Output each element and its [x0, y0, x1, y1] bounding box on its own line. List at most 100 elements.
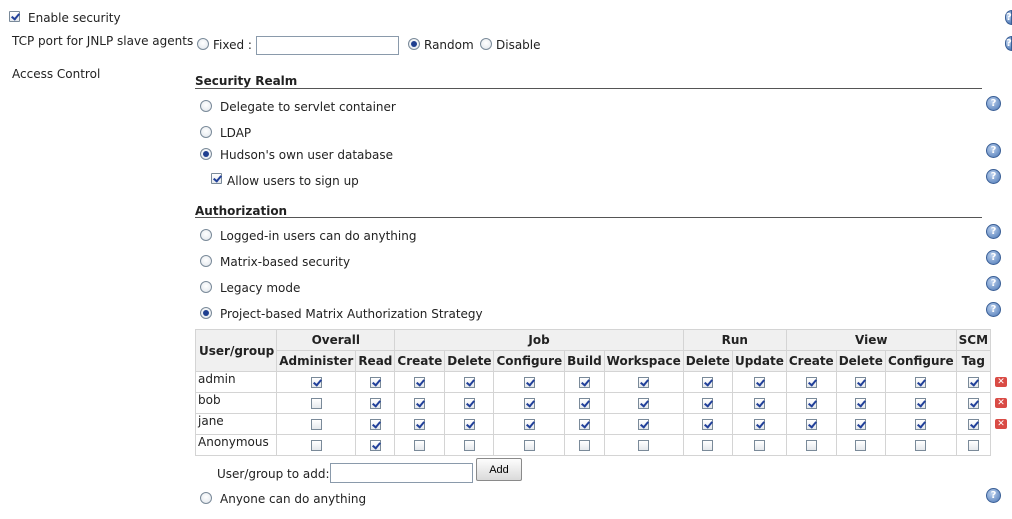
remove-user-icon[interactable]: ✕	[995, 377, 1008, 387]
permission-header: Create	[785, 350, 837, 372]
permission-checkbox[interactable]	[638, 419, 650, 430]
permission-cell	[682, 434, 733, 456]
add-user-input[interactable]	[330, 463, 473, 483]
realm-own-db-radio[interactable]	[200, 148, 212, 160]
realm-delegate-help-icon[interactable]: ?	[986, 96, 1001, 111]
realm-own-db-help-icon[interactable]: ?	[986, 143, 1001, 158]
permission-cell	[785, 413, 837, 435]
remove-user-icon[interactable]: ✕	[995, 398, 1008, 408]
permission-checkbox[interactable]	[702, 377, 714, 388]
permission-checkbox[interactable]	[523, 419, 535, 430]
permission-cell	[444, 392, 495, 414]
realm-delegate-radio[interactable]	[200, 100, 212, 112]
auth-legacy-radio[interactable]	[200, 281, 212, 293]
permission-checkbox[interactable]	[578, 377, 590, 388]
auth-project-matrix-help-icon[interactable]: ?	[986, 302, 1001, 317]
permission-cell	[731, 413, 787, 435]
permission-checkbox[interactable]	[753, 419, 765, 430]
permission-checkbox[interactable]	[805, 398, 817, 409]
auth-legacy-help-icon[interactable]: ?	[986, 276, 1001, 291]
permission-checkbox[interactable]	[523, 440, 535, 451]
permission-checkbox[interactable]	[578, 440, 590, 451]
jnlp-fixed-radio[interactable]	[197, 38, 209, 50]
permission-checkbox[interactable]	[369, 398, 381, 409]
permission-checkbox[interactable]	[855, 440, 867, 451]
permission-checkbox[interactable]	[463, 419, 475, 430]
permission-checkbox[interactable]	[369, 377, 381, 388]
permission-cell	[276, 413, 357, 435]
permission-checkbox[interactable]	[753, 440, 765, 451]
permission-checkbox[interactable]	[310, 377, 322, 388]
permission-checkbox[interactable]	[523, 377, 535, 388]
permission-checkbox[interactable]	[915, 419, 927, 430]
permission-cell	[603, 434, 684, 456]
permission-checkbox[interactable]	[702, 419, 714, 430]
permission-cell	[444, 371, 495, 393]
permission-checkbox[interactable]	[578, 398, 590, 409]
permission-checkbox[interactable]	[310, 440, 322, 451]
permission-checkbox[interactable]	[915, 377, 927, 388]
permission-checkbox[interactable]	[915, 440, 927, 451]
permission-checkbox[interactable]	[855, 419, 867, 430]
permission-checkbox[interactable]	[463, 440, 475, 451]
auth-anyone-radio[interactable]	[200, 492, 212, 504]
permission-checkbox[interactable]	[967, 419, 979, 430]
access-control-label: Access Control	[12, 67, 101, 81]
allow-signup-help-icon[interactable]: ?	[986, 169, 1001, 184]
permission-checkbox[interactable]	[310, 398, 322, 409]
remove-user-icon[interactable]: ✕	[995, 419, 1008, 429]
jnlp-random-radio[interactable]	[408, 38, 420, 50]
permission-checkbox[interactable]	[702, 440, 714, 451]
permission-checkbox[interactable]	[855, 398, 867, 409]
auth-project-matrix-radio[interactable]	[200, 307, 212, 319]
auth-loggedin-radio[interactable]	[200, 229, 212, 241]
permission-cell	[564, 413, 605, 435]
auth-matrix-help-icon[interactable]: ?	[986, 250, 1001, 265]
permission-cell	[884, 392, 957, 414]
permission-checkbox[interactable]	[463, 398, 475, 409]
permission-cell	[955, 413, 992, 435]
permission-checkbox[interactable]	[805, 419, 817, 430]
auth-loggedin-help-icon[interactable]: ?	[986, 224, 1001, 239]
permission-checkbox[interactable]	[753, 377, 765, 388]
auth-matrix-radio[interactable]	[200, 255, 212, 267]
matrix-user-name: Anonymous	[194, 434, 278, 456]
permission-checkbox[interactable]	[578, 419, 590, 430]
enable-security-help-icon[interactable]: ?	[1005, 10, 1012, 25]
permission-checkbox[interactable]	[855, 377, 867, 388]
enable-security-checkbox[interactable]	[9, 11, 20, 22]
jnlp-help-icon[interactable]: ?	[1005, 36, 1012, 51]
permission-checkbox[interactable]	[414, 398, 426, 409]
permission-checkbox[interactable]	[414, 419, 426, 430]
permission-checkbox[interactable]	[915, 398, 927, 409]
permission-checkbox[interactable]	[414, 377, 426, 388]
allow-signup-checkbox[interactable]	[211, 173, 222, 184]
permission-checkbox[interactable]	[463, 377, 475, 388]
add-user-button[interactable]: Add	[476, 458, 522, 481]
permission-cell	[444, 413, 495, 435]
table-row: admin	[194, 371, 992, 393]
permission-checkbox[interactable]	[414, 440, 426, 451]
permission-checkbox[interactable]	[967, 398, 979, 409]
group-header-scm: SCM	[955, 329, 992, 351]
permission-cell	[493, 413, 566, 435]
auth-anyone-help-icon[interactable]: ?	[986, 488, 1001, 503]
permission-checkbox[interactable]	[702, 398, 714, 409]
permission-checkbox[interactable]	[369, 419, 381, 430]
permission-checkbox[interactable]	[967, 440, 979, 451]
permission-checkbox[interactable]	[753, 398, 765, 409]
permission-checkbox[interactable]	[805, 440, 817, 451]
realm-ldap-radio[interactable]	[200, 126, 212, 138]
permission-checkbox[interactable]	[805, 377, 817, 388]
jnlp-fixed-port-input[interactable]	[256, 36, 399, 55]
permission-checkbox[interactable]	[638, 377, 650, 388]
permission-header: Administer	[276, 350, 357, 372]
permission-checkbox[interactable]	[369, 440, 381, 451]
permission-checkbox[interactable]	[638, 398, 650, 409]
permission-checkbox[interactable]	[638, 440, 650, 451]
matrix-user-name: jane	[194, 413, 278, 435]
jnlp-disable-radio[interactable]	[480, 38, 492, 50]
permission-checkbox[interactable]	[967, 377, 979, 388]
permission-checkbox[interactable]	[523, 398, 535, 409]
permission-checkbox[interactable]	[310, 419, 322, 430]
